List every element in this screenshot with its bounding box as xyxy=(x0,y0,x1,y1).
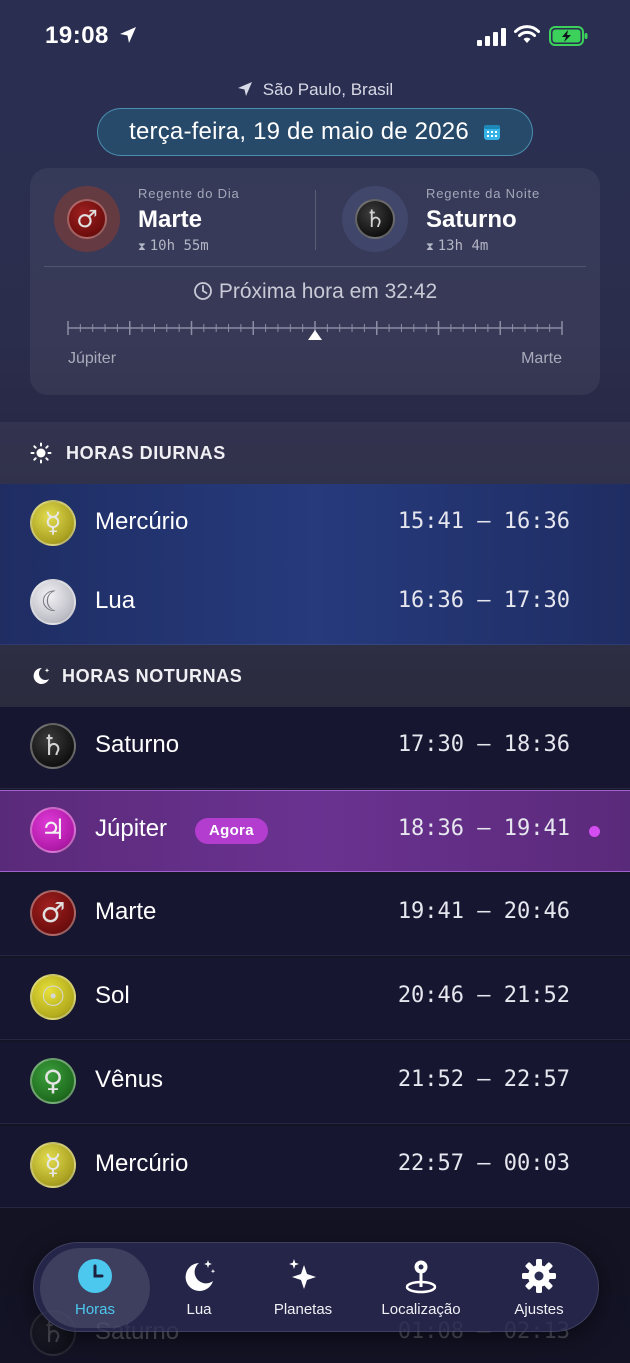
hourglass-icon: ⧗ xyxy=(138,240,146,253)
day-hours-title: HORAS DIURNAS xyxy=(66,442,226,463)
night-duration-value: 13h 4m xyxy=(437,238,489,254)
tab-label: Localização xyxy=(381,1301,461,1318)
rulers-card: ♂ Regente do Dia Marte ⧗ 10h 55m ♄ Regent… xyxy=(30,168,600,395)
day-duration-value: 10h 55m xyxy=(149,238,209,254)
tab-localizacao[interactable]: Localização xyxy=(364,1243,478,1333)
status-time: 19:08 xyxy=(45,22,109,49)
moon-stars-icon xyxy=(33,667,50,684)
tab-horas[interactable]: Horas xyxy=(40,1248,150,1328)
sun-icon xyxy=(30,442,52,464)
next-hour-countdown: Próxima hora em 32:42 xyxy=(30,280,600,304)
night-ruler-icon-ring: ♄ xyxy=(342,186,408,252)
day-ruler: ♂ Regente do Dia Marte ⧗ 10h 55m xyxy=(54,186,304,258)
hour-range: 20:46 – 21:52 xyxy=(397,983,570,1008)
saturn-icon: ♄ xyxy=(355,199,395,239)
moon-icon: ☾ xyxy=(30,579,76,625)
day-ruler-label: Regente do Dia xyxy=(138,186,240,201)
tab-label: Ajustes xyxy=(514,1301,564,1318)
list-item[interactable]: ♀ Vênus 21:52 – 22:57 xyxy=(0,1042,630,1124)
night-ruler-duration: ⧗ 13h 4m xyxy=(426,238,488,254)
date-label: terça-feira, 19 de maio de 2026 xyxy=(129,118,469,145)
planet-name: Sol xyxy=(95,982,130,1009)
list-item[interactable]: ☿ Mercúrio 22:57 – 00:03 xyxy=(0,1126,630,1208)
moon-stars-icon xyxy=(185,1260,216,1291)
timer-icon xyxy=(193,282,212,300)
wifi-icon xyxy=(514,25,540,43)
tab-label: Lua xyxy=(186,1301,212,1318)
location-arrow-icon xyxy=(120,27,136,43)
night-hours-title: HORAS NOTURNAS xyxy=(62,665,243,686)
mars-icon: ♂ xyxy=(67,199,107,239)
hour-progress-timeline xyxy=(67,321,563,340)
tab-bar: Horas Lua Planetas Localização Ajustes xyxy=(33,1242,599,1332)
mercury-icon: ☿ xyxy=(30,1142,76,1188)
list-item[interactable]: ♄ Saturno 17:30 – 18:36 xyxy=(0,707,630,789)
date-picker-button[interactable]: terça-feira, 19 de maio de 2026 xyxy=(97,108,533,156)
list-item[interactable]: ☉ Sol 20:46 – 21:52 xyxy=(0,958,630,1040)
clock-icon xyxy=(78,1259,112,1293)
location-label: São Paulo, Brasil xyxy=(262,80,394,99)
saturn-icon: ♄ xyxy=(30,723,76,769)
battery-charging-icon xyxy=(549,26,588,46)
hour-range: 22:57 – 00:03 xyxy=(397,1151,570,1176)
planet-name: Lua xyxy=(95,587,136,614)
mercury-icon: ☿ xyxy=(30,500,76,546)
tab-planetas[interactable]: Planetas xyxy=(248,1243,358,1333)
hour-range: 15:41 – 16:36 xyxy=(397,509,570,534)
card-separator xyxy=(44,266,586,267)
day-ruler-duration: ⧗ 10h 55m xyxy=(138,238,209,254)
calendar-icon xyxy=(483,125,500,140)
hour-range: 17:30 – 18:36 xyxy=(397,732,570,757)
tab-lua[interactable]: Lua xyxy=(144,1243,254,1333)
location-row[interactable]: São Paulo, Brasil xyxy=(0,80,630,104)
list-item[interactable]: ☾ Lua 16:36 – 17:30 xyxy=(0,563,630,645)
sun-icon: ☉ xyxy=(30,974,76,1020)
list-item[interactable]: ☿ Mercúrio 15:41 – 16:36 xyxy=(0,484,630,566)
night-hours-header: HORAS NOTURNAS xyxy=(0,645,630,707)
planet-name: Mercúrio xyxy=(95,1150,189,1177)
gear-icon xyxy=(522,1259,556,1293)
cellular-signal-icon xyxy=(477,28,506,46)
timeline-start-label: Júpiter xyxy=(68,350,117,367)
mars-icon: ♂ xyxy=(30,890,76,936)
jupiter-icon: ♃ xyxy=(30,807,76,853)
current-hour-row[interactable]: ♃ Júpiter Agora 18:36 – 19:41 xyxy=(0,790,630,872)
map-pin-icon xyxy=(405,1260,437,1294)
list-item[interactable]: ♂ Marte 19:41 – 20:46 xyxy=(0,874,630,956)
hour-range: 16:36 – 17:30 xyxy=(397,588,570,613)
hour-range: 21:52 – 22:57 xyxy=(397,1067,570,1092)
day-ruler-planet: Marte xyxy=(138,206,203,233)
timeline-end-label: Marte xyxy=(521,350,562,367)
hour-range: 18:36 – 19:41 xyxy=(397,816,570,841)
tab-label: Planetas xyxy=(273,1301,333,1318)
ruler-divider xyxy=(315,190,316,250)
night-ruler-label: Regente da Noite xyxy=(426,186,540,201)
night-ruler: ♄ Regente da Noite Saturno ⧗ 13h 4m xyxy=(342,186,592,258)
planet-name: Júpiter xyxy=(95,815,168,842)
planet-name: Marte xyxy=(95,898,157,925)
venus-icon: ♀ xyxy=(30,1058,76,1104)
tab-label: Horas xyxy=(74,1301,115,1318)
tab-ajustes[interactable]: Ajustes xyxy=(484,1243,594,1333)
hourglass-icon: ⧗ xyxy=(426,240,434,253)
planet-name: Mercúrio xyxy=(95,508,189,535)
now-badge: Agora xyxy=(195,818,268,844)
status-bar: 19:08 xyxy=(0,0,630,72)
current-indicator-dot xyxy=(589,826,600,837)
night-ruler-planet: Saturno xyxy=(426,206,517,233)
hour-range: 19:41 – 20:46 xyxy=(397,899,570,924)
planet-name: Vênus xyxy=(95,1066,164,1093)
progress-marker xyxy=(308,330,322,340)
day-ruler-icon-ring: ♂ xyxy=(54,186,120,252)
day-hours-header: HORAS DIURNAS xyxy=(0,422,630,484)
next-hour-text: Próxima hora em 32:42 xyxy=(218,280,438,303)
sparkles-icon xyxy=(289,1259,316,1289)
planet-name: Saturno xyxy=(95,731,180,758)
location-arrow-icon xyxy=(237,82,252,96)
